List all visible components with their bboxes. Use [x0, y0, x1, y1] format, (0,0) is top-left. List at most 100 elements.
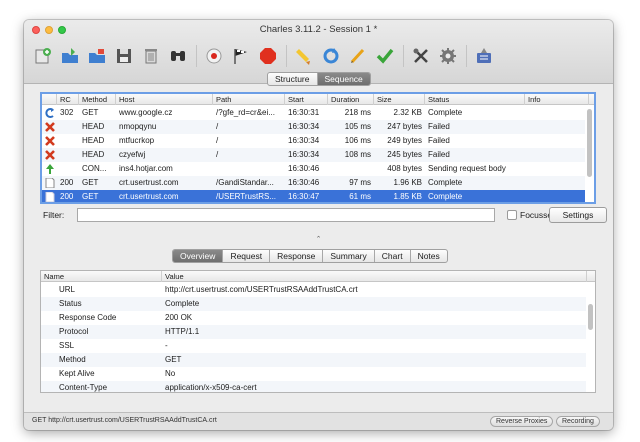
- overview-row[interactable]: Method GET: [41, 353, 586, 367]
- import-icon[interactable]: [86, 45, 108, 67]
- overview-scrollbar[interactable]: [587, 284, 594, 392]
- document-icon: [44, 191, 56, 202]
- table-row[interactable]: 200 GET crt.usertrust.com /GandiStandar.…: [42, 176, 585, 190]
- row-value: GET: [165, 355, 182, 364]
- cell-status: Failed: [428, 136, 450, 145]
- cell-method: HEAD: [82, 136, 105, 145]
- compose-icon[interactable]: [347, 45, 369, 67]
- cell-size: 247 bytes: [387, 122, 422, 131]
- column-header-start[interactable]: Start: [285, 94, 328, 105]
- tab-chart[interactable]: Chart: [375, 250, 411, 262]
- table-scrollbar-thumb[interactable]: [587, 109, 592, 177]
- cell-status: Sending request body: [428, 164, 506, 173]
- cell-path: /: [216, 150, 219, 159]
- cell-size: 1.85 KB: [393, 192, 422, 201]
- column-header-value[interactable]: Value: [162, 271, 587, 282]
- cell-path: /: [216, 122, 219, 131]
- cell-start: 16:30:34: [288, 122, 320, 131]
- row-value: No: [165, 369, 176, 378]
- tools-icon[interactable]: [410, 45, 432, 67]
- settings-icon[interactable]: [437, 45, 459, 67]
- table-row[interactable]: 302 GET www.google.cz /?gfe_rd=cr&ei... …: [42, 106, 585, 120]
- cell-rc: 200: [60, 192, 74, 201]
- edit-icon[interactable]: [293, 45, 315, 67]
- overview-row[interactable]: SSL -: [41, 339, 586, 353]
- column-header-duration[interactable]: Duration: [328, 94, 374, 105]
- tab-overview[interactable]: Overview: [173, 250, 224, 262]
- overview-table: Name Value URL http://crt.usertrust.com/…: [40, 270, 596, 393]
- overview-row[interactable]: Response Code 200 OK: [41, 311, 586, 325]
- stop-icon[interactable]: [257, 45, 279, 67]
- tab-request[interactable]: Request: [223, 250, 271, 262]
- cell-path: [213, 162, 285, 176]
- failed-icon: [44, 149, 56, 161]
- cell-start: 16:30:46: [288, 178, 320, 187]
- toolbar-separator: [403, 45, 404, 67]
- reverse-proxies-button[interactable]: Reverse Proxies: [490, 416, 554, 427]
- throttle-icon[interactable]: [230, 45, 252, 67]
- open-icon[interactable]: [59, 45, 81, 67]
- status-text: GET http://crt.usertrust.com/USERTrustRS…: [32, 417, 217, 424]
- cell-method: GET: [82, 108, 99, 117]
- status-bar: GET http://crt.usertrust.com/USERTrustRS…: [24, 412, 613, 430]
- tab-sequence[interactable]: Sequence: [317, 73, 370, 85]
- find-icon[interactable]: [167, 45, 189, 67]
- row-name: Protocol: [59, 327, 89, 336]
- overview-scrollbar-thumb[interactable]: [588, 304, 593, 330]
- validate-icon[interactable]: [374, 45, 396, 67]
- trash-icon[interactable]: [140, 45, 162, 67]
- overview-row[interactable]: Status Complete: [41, 297, 586, 311]
- focussed-checkbox[interactable]: [507, 210, 517, 220]
- column-header-status[interactable]: Status: [425, 94, 525, 105]
- cell-status: Complete: [428, 108, 463, 117]
- column-header-icon[interactable]: [42, 94, 57, 105]
- cell-path: /USERTrustRS...: [216, 192, 277, 201]
- upload-icon[interactable]: [473, 45, 495, 67]
- pane-splitter[interactable]: ⌃: [24, 235, 613, 243]
- column-header-host[interactable]: Host: [116, 94, 213, 105]
- cell-size: 2.32 KB: [393, 108, 422, 117]
- column-header-name[interactable]: Name: [41, 271, 162, 282]
- column-header-method[interactable]: Method: [79, 94, 116, 105]
- table-header: RC Method Host Path Start Duration Size …: [42, 94, 594, 105]
- cell-size: 408 bytes: [387, 164, 422, 173]
- table-row-selected[interactable]: 200 GET crt.usertrust.com /USERTrustRS..…: [42, 190, 585, 202]
- column-header-size[interactable]: Size: [374, 94, 425, 105]
- cell-status: Failed: [428, 150, 450, 159]
- overview-row[interactable]: URL http://crt.usertrust.com/USERTrustRS…: [41, 283, 586, 297]
- save-icon[interactable]: [113, 45, 135, 67]
- cell-size: 1.96 KB: [393, 178, 422, 187]
- tab-response[interactable]: Response: [270, 250, 324, 262]
- table-row[interactable]: HEAD nmopqynu / 16:30:34 105 ms 247 byte…: [42, 120, 585, 134]
- table-row[interactable]: HEAD mtfucrkop / 16:30:34 106 ms 249 byt…: [42, 134, 585, 148]
- tab-structure[interactable]: Structure: [268, 73, 318, 85]
- table-row[interactable]: CON... ins4.hotjar.com 16:30:46 408 byte…: [42, 162, 585, 176]
- column-header-path[interactable]: Path: [213, 94, 285, 105]
- new-session-icon[interactable]: [32, 45, 54, 67]
- cell-info: [525, 148, 589, 162]
- overview-row[interactable]: Kept Alive No: [41, 367, 586, 381]
- tab-notes[interactable]: Notes: [411, 250, 447, 262]
- column-header-info[interactable]: Info: [525, 94, 589, 105]
- filter-bar: Filter: Focussed Settings: [40, 207, 607, 224]
- table-scrollbar[interactable]: [586, 106, 593, 202]
- settings-button[interactable]: Settings: [549, 207, 607, 223]
- overview-row[interactable]: Protocol HTTP/1.1: [41, 325, 586, 339]
- tab-summary[interactable]: Summary: [323, 250, 375, 262]
- cell-size: 249 bytes: [387, 136, 422, 145]
- column-header-rc[interactable]: RC: [57, 94, 79, 105]
- cell-rc: 200: [60, 178, 74, 187]
- recording-button[interactable]: Recording: [556, 416, 600, 427]
- row-value: 200 OK: [165, 313, 193, 322]
- overview-row[interactable]: Content-Type application/x-x509-ca-cert: [41, 381, 586, 392]
- repeat-icon[interactable]: [320, 45, 342, 67]
- cell-size: 245 bytes: [387, 150, 422, 159]
- record-icon[interactable]: [203, 45, 225, 67]
- cell-host: crt.usertrust.com: [119, 192, 179, 201]
- cell-method: HEAD: [82, 150, 105, 159]
- toolbar-separator: [286, 45, 287, 67]
- cell-start: 16:30:34: [288, 136, 320, 145]
- table-row[interactable]: HEAD czyefwj / 16:30:34 108 ms 245 bytes…: [42, 148, 585, 162]
- filter-input[interactable]: [77, 208, 495, 222]
- cell-host: www.google.cz: [119, 108, 173, 117]
